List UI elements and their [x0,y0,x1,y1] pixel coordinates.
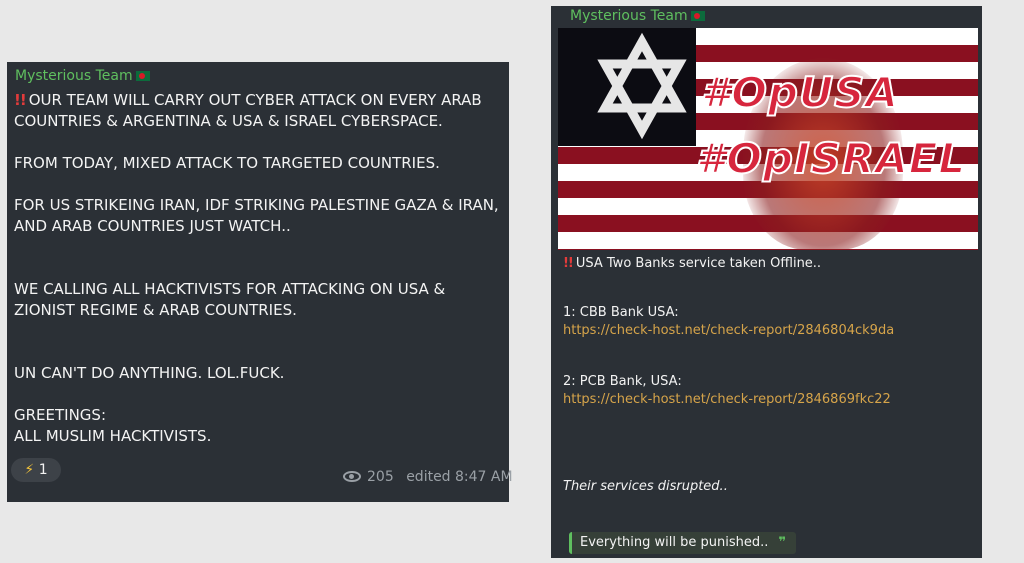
lightning-icon: ⚡ [24,462,35,478]
right-message-card: Mysterious Team #OpUSA #OpISRAEL !! USA T… [551,6,982,558]
double-exclamation-icon: !! [14,91,27,109]
quote-text: Everything will be punished.. [580,535,769,550]
message-line: FOR US STRIKEING IRAN, IDF STRIKING PALE… [14,196,499,235]
banner-hashtag-opusa: #OpUSA [700,67,899,118]
banner-hashtag-opisrael: #OpISRAEL [695,133,967,184]
quote-icon: ❞ [778,535,787,550]
sender-name-text[interactable]: Mysterious Team [15,68,133,84]
headline-text: USA Two Banks service taken Offline.. [575,256,822,271]
eye-icon [343,471,361,482]
bank-item-2-label: 2: PCB Bank, USA: [563,374,682,389]
message-line: FROM TODAY, MIXED ATTACK TO TARGETED COU… [14,154,440,172]
quote-block: Everything will be punished.. ❞ [569,532,797,554]
reaction-chip[interactable]: ⚡ 1 [11,458,61,482]
headline: !! USA Two Banks service taken Offline.. [563,256,821,271]
reaction-count: 1 [38,462,48,478]
double-exclamation-icon: !! [563,256,574,271]
bank-item-2-link[interactable]: https://check-host.net/check-report/2846… [563,392,891,407]
message-line: WE CALLING ALL HACKTIVISTS FOR ATTACKING… [14,280,446,319]
message-line: UN CAN'T DO ANYTHING. LOL.FUCK. [14,364,285,382]
message-body: !! OUR TEAM WILL CARRY OUT CYBER ATTACK O… [14,90,506,447]
bangladesh-flag-icon [135,71,150,81]
bank-item-1-label: 1: CBB Bank USA: [563,305,679,320]
bangladesh-flag-icon [690,11,705,21]
banner-image[interactable]: #OpUSA #OpISRAEL [558,28,978,250]
sender-name[interactable]: Mysterious Team [570,8,705,24]
flag-canton [558,28,696,146]
sender-name[interactable]: Mysterious Team [15,68,150,84]
edited-timestamp: edited 8:47 AM [406,469,513,485]
sender-name-text[interactable]: Mysterious Team [570,8,688,24]
view-count: 205 [367,469,394,485]
left-message-card: Mysterious Team !! OUR TEAM WILL CARRY OU… [7,62,513,502]
message-line: OUR TEAM WILL CARRY OUT CYBER ATTACK ON … [14,91,482,130]
star-of-david-icon [597,32,687,140]
footer-text: Their services disrupted.. [563,479,728,494]
message-meta: 205 edited 8:47 AM [343,469,513,485]
message-line: GREETINGS: [14,406,107,424]
bank-item-1-link[interactable]: https://check-host.net/check-report/2846… [563,323,894,338]
message-line: ALL MUSLIM HACKTIVISTS. [14,427,212,445]
